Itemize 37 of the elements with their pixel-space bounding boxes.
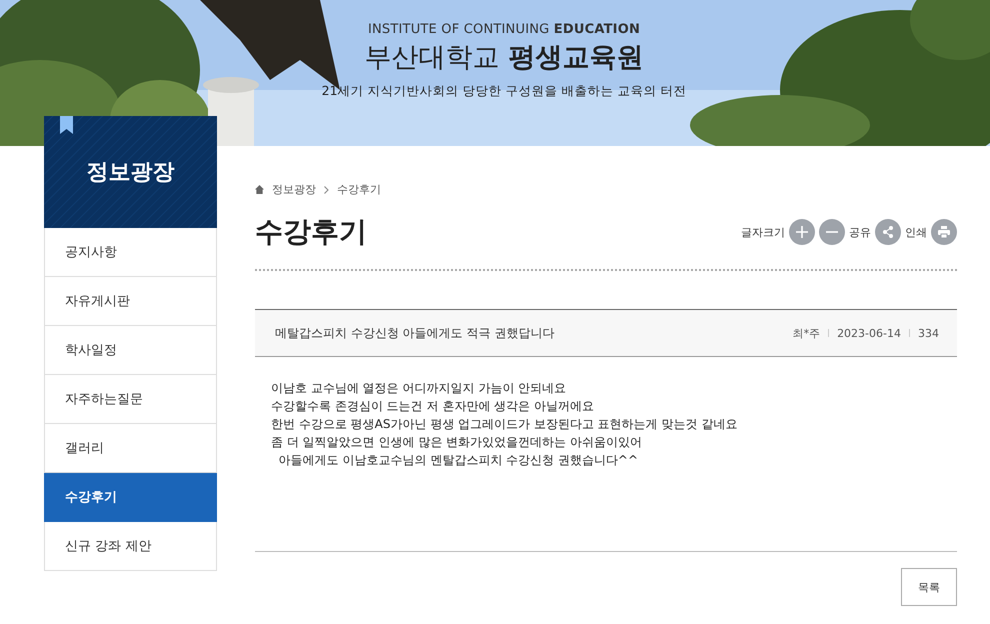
- share-icon: [881, 225, 895, 239]
- sidebar-item[interactable]: 자유게시판: [44, 277, 217, 326]
- post-title: 메탈갑스피치 수강신청 아들에게도 적극 권했답니다: [275, 324, 554, 342]
- institute-title: 부산대학교 평생교육원: [364, 41, 644, 75]
- sidebar-title: 정보광장: [86, 159, 174, 187]
- view-count: 334: [918, 326, 939, 340]
- post-text: 좀 더 일찍알았으면 인생에 많은 변화가있었을껀데하는 아쉬움이있어: [271, 434, 643, 451]
- post-text: 아들에게도 이남호교수님의 멘탈갑스피치 수강신청 권했습니다^^: [278, 452, 639, 469]
- breadcrumb-link[interactable]: 정보광장: [272, 182, 316, 197]
- zoom-in-button[interactable]: [789, 219, 815, 245]
- bookmark-icon: [60, 116, 73, 134]
- sidebar-item[interactable]: 신규 강좌 제안: [44, 522, 217, 571]
- post-date: 2023-06-14: [837, 326, 901, 340]
- zoom-out-button[interactable]: [819, 219, 845, 245]
- sidebar-item[interactable]: 갤러리: [44, 424, 217, 473]
- post-text: 이남호 교수님에 열정은 어디까지일지 가늠이 안되네요: [271, 380, 568, 397]
- post-text: 수강할수록 존경심이 드는건 저 혼자만에 생각은 아닐꺼에요: [271, 398, 595, 415]
- slogan: 21세기 지식기반사회의 당당한 구성원을 배출하는 교육의 터전: [322, 83, 686, 100]
- home-icon[interactable]: [255, 185, 264, 194]
- sidebar-item[interactable]: 수강후기: [44, 473, 217, 522]
- list-button[interactable]: 목록: [901, 568, 957, 606]
- sidebar-item[interactable]: 자주하는질문: [44, 375, 217, 424]
- plus-icon: [795, 225, 809, 239]
- sidebar-item[interactable]: 학사일정: [44, 326, 217, 375]
- post-text: 한번 수강으로 평생AS가아닌 평생 업그레이드가 보장된다고 표현하는게 맞는것 같네요: [271, 416, 738, 433]
- print-button[interactable]: [931, 219, 957, 245]
- page-title: 수강후기: [255, 214, 367, 250]
- print-icon: [937, 225, 951, 239]
- print-label: 인쇄: [905, 224, 927, 240]
- share-button[interactable]: [875, 219, 901, 245]
- sidebar-item[interactable]: 공지사항: [44, 228, 217, 277]
- share-label: 공유: [849, 224, 871, 240]
- institute-subtitle: INSTITUTE OF CONTINUING EDUCATION: [368, 22, 640, 37]
- post-author: 최*주: [792, 326, 820, 340]
- font-size-label: 글자크기: [741, 224, 785, 240]
- breadcrumb-link[interactable]: 수강후기: [337, 182, 381, 197]
- chevron-icon: [324, 186, 329, 194]
